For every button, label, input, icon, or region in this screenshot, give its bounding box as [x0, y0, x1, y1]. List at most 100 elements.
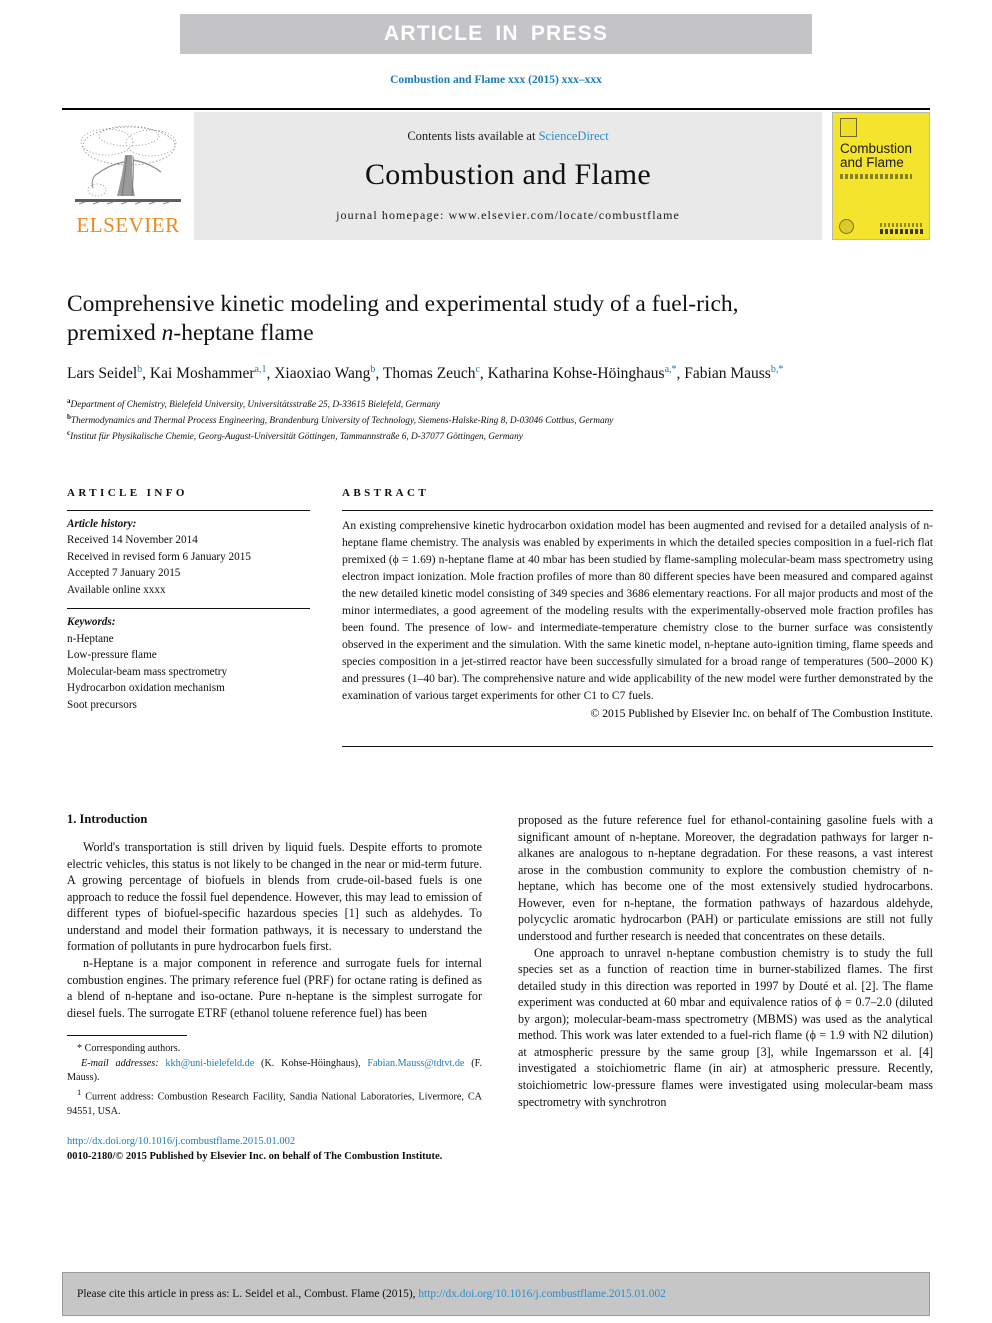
affiliation-item: bThermodynamics and Thermal Process Engi…: [67, 412, 933, 428]
keyword-item: Low-pressure flame: [67, 649, 157, 662]
cite-this-article-footer: Please cite this article in press as: L.…: [62, 1272, 930, 1316]
keywords-group: Keywords: n-Heptane Low-pressure flame M…: [67, 609, 310, 713]
author-name: Xiaoxiao Wang: [274, 365, 371, 383]
affiliation-text: Thermodynamics and Thermal Process Engin…: [70, 416, 614, 427]
corresponding-author-mark: *: [77, 1043, 83, 1055]
masthead-center-panel: Contents lists available at ScienceDirec…: [194, 112, 822, 240]
email-addresses-footnote: E-mail addresses: kkh@uni-bielefeld.de (…: [67, 1057, 482, 1086]
article-history-group: Article history: Received 14 November 20…: [67, 511, 310, 598]
author-name: Kai Moshammer: [149, 365, 255, 383]
journal-running-head: Combustion and Flame xxx (2015) xxx–xxx: [390, 74, 602, 86]
corresponding-author-text: Corresponding authors.: [84, 1043, 181, 1055]
abstract-copyright: © 2015 Published by Elsevier Inc. on beh…: [590, 706, 933, 720]
cover-title-line-1: Combustion: [840, 141, 913, 156]
article-history-item: Received in revised form 6 January 2015: [67, 550, 251, 563]
cover-seal-icon: [839, 219, 854, 234]
keyword-item: n-Heptane: [67, 632, 114, 645]
paragraph: World's transportation is still driven b…: [67, 840, 482, 954]
keyword-item: Soot precursors: [67, 698, 137, 711]
abstract-heading: ABSTRACT: [342, 487, 430, 499]
doi-link[interactable]: http://dx.doi.org/10.1016/j.combustflame…: [67, 1135, 482, 1150]
article-info-heading: ARTICLE INFO: [67, 487, 188, 499]
email-owner-1: (K. Kohse-Höinghaus),: [261, 1057, 361, 1069]
author-name: Katharina Kohse-Höinghaus: [487, 365, 665, 383]
affiliation-text: Department of Chemistry, Bielefeld Unive…: [70, 399, 441, 410]
journal-masthead: ELSEVIER Contents lists available at Sci…: [62, 108, 930, 240]
email-link-2[interactable]: Fabian.Mauss@tdtvt.de: [367, 1058, 464, 1069]
journal-title: Combustion and Flame: [365, 158, 651, 191]
page-title: Comprehensive kinetic modeling and exper…: [67, 290, 933, 347]
cover-title-line-2: and Flame: [840, 155, 904, 171]
contents-prefix: Contents lists available at: [407, 129, 539, 143]
author-affiliation-mark: a,1: [254, 364, 267, 376]
author-item[interactable]: Thomas Zeuchc: [382, 364, 480, 383]
abstract-text: An existing comprehensive kinetic hydroc…: [342, 519, 933, 702]
author-item[interactable]: Katharina Kohse-Höinghausa,*: [487, 364, 677, 383]
author-name: Thomas Zeuch: [382, 365, 476, 383]
keywords-label: Keywords:: [67, 616, 116, 629]
article-history-item: Accepted 7 January 2015: [67, 567, 181, 580]
paragraph: n-Heptane is a major component in refere…: [67, 955, 482, 1020]
current-address-text: Current address: Combustion Research Fac…: [67, 1091, 483, 1117]
author-item[interactable]: Fabian Maussb,*: [684, 364, 784, 383]
author-affiliation-mark: b,*: [770, 364, 784, 376]
affiliation-item: cInstitut für Physikalische Chemie, Geor…: [67, 428, 933, 444]
affiliation-text: Institut für Physikalische Chemie, Georg…: [70, 432, 523, 443]
issn-copyright-line: 0010-2180/© 2015 Published by Elsevier I…: [67, 1150, 443, 1162]
contents-available-line: Contents lists available at ScienceDirec…: [407, 129, 608, 144]
paper-title-italic-n: n: [161, 319, 174, 346]
author-item[interactable]: Lars Seidelb: [67, 364, 142, 383]
author-separator: ,: [142, 365, 150, 383]
corresponding-authors-footnote: * Corresponding authors.: [67, 1042, 482, 1056]
affiliation-item: aDepartment of Chemistry, Bielefeld Univ…: [67, 396, 933, 412]
author-item[interactable]: Kai Moshammera,1: [149, 364, 267, 383]
author-item[interactable]: Xiaoxiao Wangb: [274, 364, 375, 383]
doi-and-issn-block: http://dx.doi.org/10.1016/j.combustflame…: [67, 1135, 482, 1165]
author-name: Fabian Mauss: [684, 365, 771, 383]
body-right-column: proposed as the future reference fuel fo…: [518, 812, 933, 1165]
current-address-mark: 1: [77, 1086, 82, 1097]
author-affiliation-mark: a,*: [664, 364, 677, 376]
author-separator: ,: [375, 365, 383, 383]
cover-tagline-bars: [880, 223, 924, 234]
cite-doi-link[interactable]: http://dx.doi.org/10.1016/j.combustflame…: [418, 1288, 666, 1300]
journal-cover-thumbnail: Combustion and Flame: [832, 112, 930, 240]
paper-title-line-2-pre: premixed: [67, 319, 162, 346]
author-list: Lars Seidelb, Kai Moshammera,1, Xiaoxiao…: [67, 363, 933, 385]
email-link-1[interactable]: kkh@uni-bielefeld.de: [165, 1058, 254, 1069]
cite-this-article-text: Please cite this article in press as: L.…: [63, 1288, 666, 1300]
body-left-column: 1. Introduction World's transportation i…: [67, 812, 482, 1165]
article-in-press-banner: ARTICLE IN PRESS: [180, 14, 812, 54]
elsevier-wordmark: ELSEVIER: [76, 213, 180, 237]
paragraph: One approach to unravel n-heptane combus…: [518, 945, 933, 1109]
sciencedirect-link[interactable]: ScienceDirect: [539, 129, 609, 143]
cover-emblem-icon: [840, 118, 857, 137]
cite-prefix: Please cite this article in press as: L.…: [77, 1288, 419, 1300]
paper-title-line-2-post: -heptane flame: [173, 319, 314, 346]
article-history-item: Received 14 November 2014: [67, 534, 198, 547]
title-block: Comprehensive kinetic modeling and exper…: [67, 290, 933, 445]
elsevier-tree-icon: [75, 125, 181, 205]
keyword-item: Hydrocarbon oxidation mechanism: [67, 682, 225, 695]
cover-subtitle-bar: [840, 174, 912, 180]
section-heading-introduction: 1. Introduction: [67, 812, 148, 826]
author-name: Lars Seidel: [67, 365, 138, 383]
article-in-press-label: ARTICLE IN PRESS: [383, 22, 609, 45]
affiliation-list: aDepartment of Chemistry, Bielefeld Univ…: [67, 396, 933, 445]
info-and-abstract-region: ARTICLE INFO Article history: Received 1…: [67, 487, 933, 747]
author-separator: ,: [479, 365, 488, 383]
email-label: E-mail addresses:: [81, 1057, 159, 1069]
body-two-column-region: 1. Introduction World's transportation i…: [67, 812, 933, 1165]
journal-homepage-link[interactable]: journal homepage: www.elsevier.com/locat…: [336, 208, 680, 223]
article-history-item: Available online xxxx: [67, 583, 166, 596]
abstract-bottom-rule: [342, 745, 933, 747]
article-history-label: Article history:: [67, 518, 137, 530]
elsevier-logo: ELSEVIER: [62, 112, 194, 240]
current-address-footnote: 1 Current address: Combustion Research F…: [67, 1086, 482, 1119]
article-info-column: ARTICLE INFO Article history: Received 1…: [67, 487, 310, 747]
paragraph: proposed as the future reference fuel fo…: [518, 813, 933, 943]
abstract-column: ABSTRACT An existing comprehensive kinet…: [342, 487, 933, 747]
keyword-item: Molecular-beam mass spectrometry: [67, 665, 228, 678]
paper-title-line-1: Comprehensive kinetic modeling and exper…: [67, 291, 739, 317]
footnote-divider: [67, 1035, 187, 1037]
